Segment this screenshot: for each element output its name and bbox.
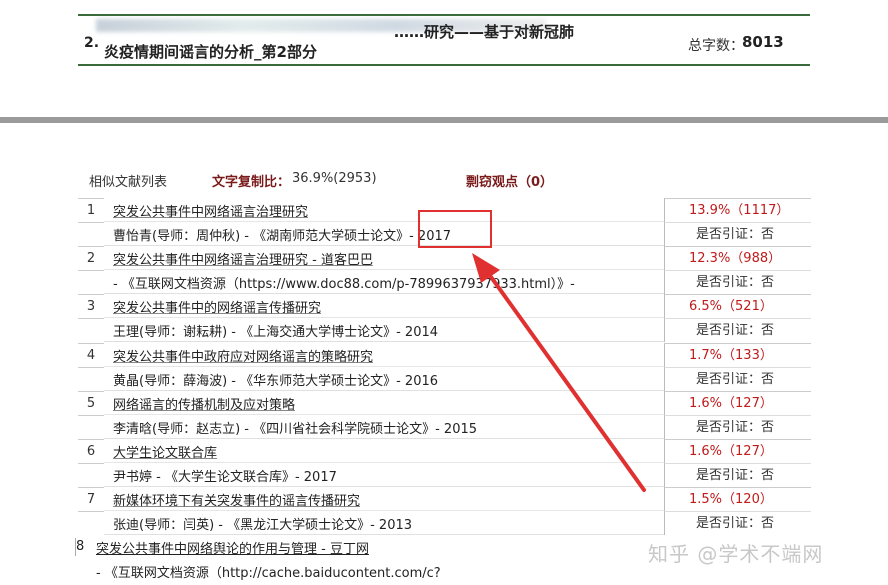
document-title-line1: ……研究——基于对新冠肺 xyxy=(394,23,575,41)
table-row: 2 突发公共事件中网络谣言治理研究 - 道客巴巴 - 《互联网文档资源（http… xyxy=(78,246,811,295)
word-count-value: 8013 xyxy=(742,33,784,51)
citation-status-text: 是否引证：否 xyxy=(696,419,775,435)
citation-status-text: 是否引证：否 xyxy=(696,275,775,291)
similarity-percent-text: 12.3%（988） xyxy=(689,251,782,267)
similarity-percent-text: 13.9%（1117） xyxy=(689,203,790,218)
citation-status: 是否引证：否 xyxy=(664,318,811,343)
row-title-link[interactable]: 突发公共事件中网络谣言治理研究 xyxy=(113,201,308,220)
row-divider xyxy=(104,221,664,222)
row-divider xyxy=(104,365,664,367)
row-title-link[interactable]: 网络谣言的传播机制及应对策略 xyxy=(113,394,295,413)
row-source: - 《互联网文档资源（http://cache.baiducontent.com… xyxy=(96,566,441,581)
section-separator xyxy=(0,117,888,123)
document-title-line2: 炎疫情期间谣言的分析_第2部分 xyxy=(104,43,317,61)
citation-status: 是否引证：否 xyxy=(664,270,811,295)
row-index: 7 xyxy=(78,487,104,513)
row-source: 张迪(导师：闫英) - 《黑龙江大学硕士论文》- 2013 xyxy=(113,518,413,534)
similar-list-label: 相似文献列表 xyxy=(89,175,168,190)
table-row: 6 大学生论文联合库 尹书婷 - 《大学生论文联合库》- 2017 1.6%（1… xyxy=(78,439,811,487)
highlight-box xyxy=(418,210,492,248)
similarity-percent: 12.3%（988） xyxy=(664,246,811,271)
row-divider xyxy=(104,462,664,463)
similarity-percent: 6.5%（521） xyxy=(664,294,811,319)
header-bottom-rule xyxy=(78,64,810,66)
citation-status-text: 是否引证：否 xyxy=(696,323,775,339)
row-bottom-rule xyxy=(104,534,664,536)
document-title: ……研究——基于对新冠肺 炎疫情期间谣言的分析_第2部分 xyxy=(104,22,664,62)
row-source: 黄晶(导师：薛海波) - 《华东师范大学硕士论文》- 2016 xyxy=(113,373,439,389)
row-title-link[interactable]: 突发公共事件中网络舆论的作用与管理 - 豆丁网 xyxy=(96,538,369,557)
row-index: 2 xyxy=(78,246,104,272)
row-divider xyxy=(104,269,664,271)
similarity-percent-text: 1.7%（133） xyxy=(689,347,773,363)
similarity-percent-text: 6.5%（521） xyxy=(689,299,773,315)
row-source: - 《互联网文档资源（https://www.doc88.com/p-78996… xyxy=(113,277,575,293)
similarity-percent-text: 1.6%（127） xyxy=(689,395,773,411)
table-row: 4 突发公共事件中政府应对网络谣言的策略研究 黄晶(导师：薛海波) - 《华东师… xyxy=(78,342,811,391)
table-row: 3 突发公共事件中的网络谣言传播研究 王理(导师：谢耘耕) - 《上海交通大学博… xyxy=(78,294,811,343)
row-index: 3 xyxy=(78,294,104,320)
citation-status: 是否引证：否 xyxy=(664,366,811,391)
citation-status: 是否引证：否 xyxy=(664,511,811,536)
citation-status-text: 是否引证：否 xyxy=(696,516,775,532)
row-divider xyxy=(104,510,664,512)
row-title-link[interactable]: 突发公共事件中的网络谣言传播研究 xyxy=(113,297,321,316)
row-source: 尹书婷 - 《大学生论文联合库》- 2017 xyxy=(113,470,337,485)
similarity-percent: 1.6%（127） xyxy=(664,390,811,415)
similarity-percent: 1.5%（120） xyxy=(664,487,811,512)
row-title-link[interactable]: 突发公共事件中政府应对网络谣言的策略研究 xyxy=(113,346,373,365)
document-number: 2. xyxy=(84,35,100,51)
row-title-link[interactable]: 新媒体环境下有关突发事件的谣言传播研究 xyxy=(113,490,360,509)
similarity-percent: 1.7%（133） xyxy=(664,342,811,367)
word-count-label: 总字数： xyxy=(688,38,744,54)
row-index: 5 xyxy=(78,390,104,416)
copy-ratio-label: 文字复制比： xyxy=(212,175,291,190)
plagiarism-count: 剽窃观点（0） xyxy=(466,175,554,190)
similarity-percent-text: 1.5%（120） xyxy=(689,492,773,508)
row-source: 王理(导师：谢耘耕) - 《上海交通大学博士论文》- 2014 xyxy=(113,325,439,341)
row-index: 8 xyxy=(75,538,90,556)
row-divider xyxy=(104,413,664,415)
header-top-rule xyxy=(78,14,810,16)
table-row: 5 网络谣言的传播机制及应对策略 李清晗(导师：赵志立) - 《四川省社会科学院… xyxy=(78,390,811,439)
row-title-link[interactable]: 大学生论文联合库 xyxy=(113,442,217,461)
citation-status-text: 是否引证：否 xyxy=(696,227,775,242)
table-row: 7 新媒体环境下有关突发事件的谣言传播研究 张迪(导师：闫英) - 《黑龙江大学… xyxy=(78,487,811,536)
copy-ratio-value: 36.9%(2953) xyxy=(292,171,377,186)
similarity-percent: 1.6%（127） xyxy=(664,439,811,463)
row-divider xyxy=(104,317,664,319)
row-source: 曹怡青(导师：周仲秋) - 《湖南师范大学硕士论文》- 2017 xyxy=(113,229,452,244)
row-index: 6 xyxy=(78,439,104,464)
citation-status: 是否引证：否 xyxy=(664,222,811,246)
citation-status: 是否引证：否 xyxy=(664,463,811,487)
row-title-link[interactable]: 突发公共事件中网络谣言治理研究 - 道客巴巴 xyxy=(113,249,373,268)
row-index: 4 xyxy=(78,342,104,368)
watermark: 知乎 @学术不端网 xyxy=(648,542,824,566)
citation-status: 是否引证：否 xyxy=(664,414,811,439)
citation-status-text: 是否引证：否 xyxy=(696,468,775,483)
row-source: 李清晗(导师：赵志立) - 《四川省社会科学院硕士论文》- 2015 xyxy=(113,421,478,437)
similarity-percent-text: 1.6%（127） xyxy=(689,444,773,459)
row-index: 1 xyxy=(78,198,104,223)
similarity-percent: 13.9%（1117） xyxy=(664,198,811,222)
citation-status-text: 是否引证：否 xyxy=(696,371,775,387)
